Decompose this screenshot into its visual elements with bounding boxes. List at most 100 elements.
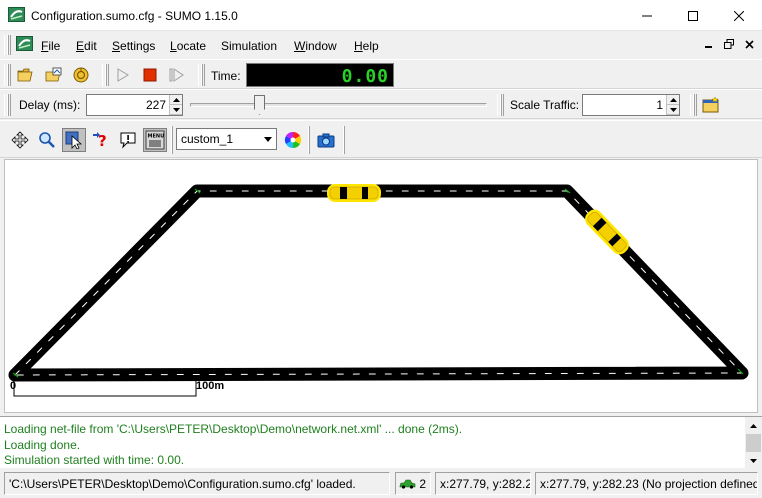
arrow-up-icon bbox=[750, 423, 757, 428]
vehicle-count-cell[interactable]: 2 bbox=[395, 472, 431, 495]
scroll-thumb[interactable] bbox=[746, 434, 761, 452]
maximize-button[interactable] bbox=[670, 0, 716, 31]
camera-icon bbox=[317, 133, 335, 148]
toolbar-grip[interactable] bbox=[4, 64, 11, 86]
status-message: 'C:\Users\PETER\Desktop\Demo\Configurati… bbox=[4, 472, 390, 495]
new-window-icon bbox=[702, 97, 719, 113]
play-icon bbox=[117, 68, 129, 82]
mdi-close-button[interactable] bbox=[742, 37, 756, 51]
scale-bar-start-label: 0 bbox=[10, 380, 16, 392]
stop-button[interactable] bbox=[139, 64, 161, 86]
delay-slider-thumb[interactable] bbox=[254, 95, 265, 115]
message-log[interactable]: Loading net-file from 'C:\Users\PETER\De… bbox=[0, 416, 762, 469]
inspect-button[interactable]: ? bbox=[90, 129, 112, 151]
arrow-down-icon bbox=[669, 107, 677, 112]
toolbar-grip[interactable] bbox=[690, 94, 697, 116]
maximize-icon bbox=[688, 10, 698, 21]
toolbar-separator bbox=[171, 126, 173, 154]
menu-window[interactable]: Window bbox=[294, 39, 337, 53]
arrow-up-icon bbox=[172, 97, 180, 102]
move-arrows-icon bbox=[11, 131, 29, 149]
toolbar-grip[interactable] bbox=[497, 94, 504, 116]
log-line: Loading done. bbox=[4, 438, 81, 452]
color-scheme-select[interactable]: custom_1 bbox=[176, 128, 277, 150]
menubar-grip[interactable] bbox=[4, 35, 11, 55]
messages-button[interactable] bbox=[117, 129, 139, 151]
minimize-icon bbox=[705, 46, 712, 48]
arrow-down-icon bbox=[172, 107, 180, 112]
reload-button[interactable] bbox=[70, 64, 92, 86]
edit-coloring-button[interactable] bbox=[282, 129, 304, 151]
speech-bubble-icon bbox=[120, 132, 136, 149]
vehicle[interactable] bbox=[327, 184, 381, 202]
dropdown-button[interactable] bbox=[260, 129, 276, 149]
scale-traffic-spinner[interactable]: 1 bbox=[582, 94, 680, 116]
car-icon bbox=[399, 479, 416, 489]
delay-increment-button[interactable] bbox=[170, 95, 182, 105]
sumo-app-icon bbox=[8, 7, 25, 22]
scale-traffic-value: 1 bbox=[656, 98, 663, 112]
menu-file[interactable]: File bbox=[41, 39, 60, 53]
log-line: Simulation started with time: 0.00. bbox=[4, 453, 185, 467]
delay-toolbar: Delay (ms): 227 Scale Traffic: 1 bbox=[0, 89, 762, 119]
toolbar-separator bbox=[308, 126, 310, 154]
new-window-button[interactable] bbox=[700, 94, 722, 116]
chevron-down-icon bbox=[264, 136, 272, 142]
window-title: Configuration.sumo.cfg - SUMO 1.15.0 bbox=[31, 9, 238, 23]
select-mode-button[interactable] bbox=[62, 128, 86, 152]
scroll-down-button[interactable] bbox=[745, 452, 762, 469]
close-button[interactable] bbox=[716, 0, 762, 31]
junction-markers bbox=[12, 188, 744, 378]
arrow-down-icon bbox=[750, 458, 757, 463]
color-scheme-value: custom_1 bbox=[181, 132, 234, 146]
step-button[interactable] bbox=[166, 64, 188, 86]
menu-simulation[interactable]: Simulation bbox=[221, 39, 277, 53]
geo-coordinates: x:277.79, y:282.23 (No projection define… bbox=[535, 472, 758, 495]
log-line: Loading net-file from 'C:\Users\PETER\De… bbox=[4, 422, 463, 436]
scale-traffic-label: Scale Traffic: bbox=[510, 98, 580, 112]
delay-spinner[interactable]: 227 bbox=[86, 94, 183, 116]
screenshot-button[interactable] bbox=[315, 129, 337, 151]
minimize-icon bbox=[642, 15, 652, 16]
recenter-view-button[interactable] bbox=[9, 129, 31, 151]
title-bar: Configuration.sumo.cfg - SUMO 1.15.0 bbox=[0, 0, 762, 31]
open-network-button[interactable] bbox=[43, 64, 65, 86]
time-value: 0.00 bbox=[341, 66, 389, 87]
magnifier-icon bbox=[39, 132, 55, 148]
network-view[interactable]: 0 100m bbox=[4, 159, 758, 413]
document-sumo-icon[interactable] bbox=[16, 36, 33, 51]
road-network[interactable] bbox=[8, 184, 749, 382]
color-wheel-icon bbox=[284, 131, 302, 149]
reload-icon bbox=[73, 67, 89, 83]
scroll-up-button[interactable] bbox=[745, 417, 762, 434]
scale-bar-end-label: 100m bbox=[196, 380, 224, 392]
toolbar-grip[interactable] bbox=[198, 64, 205, 86]
stop-icon bbox=[143, 68, 157, 82]
arrow-up-icon bbox=[669, 97, 677, 102]
mdi-minimize-button[interactable] bbox=[702, 37, 716, 51]
toolbar-grip[interactable] bbox=[4, 94, 11, 116]
svg-text:MENU: MENU bbox=[148, 134, 165, 140]
network-drawing[interactable]: 0 100m bbox=[5, 160, 757, 412]
vehicle[interactable] bbox=[582, 206, 632, 257]
open-config-button[interactable] bbox=[15, 64, 37, 86]
open-folder-icon bbox=[17, 68, 33, 82]
log-scrollbar[interactable] bbox=[745, 417, 762, 469]
mdi-restore-button[interactable] bbox=[722, 37, 736, 51]
open-network-icon bbox=[45, 67, 62, 82]
menu-locate[interactable]: Locate bbox=[170, 39, 206, 53]
scale-decrement-button[interactable] bbox=[667, 105, 679, 115]
delay-value: 227 bbox=[145, 98, 166, 112]
delay-slider-track[interactable] bbox=[190, 103, 487, 107]
toolbar-grip[interactable] bbox=[102, 64, 109, 86]
run-button[interactable] bbox=[112, 64, 134, 86]
scale-increment-button[interactable] bbox=[667, 95, 679, 105]
delay-decrement-button[interactable] bbox=[170, 105, 182, 115]
toolbar-separator bbox=[343, 126, 345, 154]
zoom-button[interactable] bbox=[36, 129, 58, 151]
menu-settings[interactable]: Settings bbox=[112, 39, 155, 53]
menu-toggle-button[interactable]: MENU bbox=[143, 128, 167, 152]
menu-help[interactable]: Help bbox=[354, 39, 379, 53]
menu-edit[interactable]: Edit bbox=[76, 39, 97, 53]
minimize-button[interactable] bbox=[624, 0, 670, 31]
